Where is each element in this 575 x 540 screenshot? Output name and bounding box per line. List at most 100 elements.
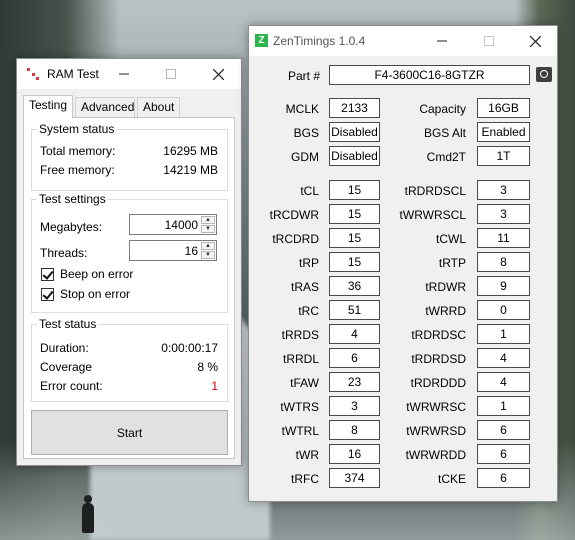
twrwrsc-label: tWRWRSC: [406, 400, 466, 414]
threads-spin-arrows[interactable]: ▲ ▼: [201, 242, 215, 259]
trrds-value: 4: [329, 324, 380, 344]
twr-label: tWR: [295, 448, 319, 462]
mclk-value: 2133: [329, 98, 380, 118]
threads-stepper[interactable]: 16 ▲ ▼: [129, 240, 217, 261]
mclk-label: MCLK: [285, 102, 319, 116]
zentimings-close-button[interactable]: [512, 26, 558, 56]
tfaw-label: tFAW: [290, 376, 319, 390]
twr-value: 16: [329, 444, 380, 464]
twrwrdd-label: tWRWRDD: [405, 448, 466, 462]
wallpaper-hiker-silhouette: [82, 495, 94, 533]
stop-on-error-checkbox[interactable]: Stop on error: [41, 287, 130, 301]
tras-label: tRAS: [290, 280, 319, 294]
error-count-label: Error count:: [40, 379, 103, 393]
twrwrsc-value: 1: [477, 396, 530, 416]
cmd2t-label: Cmd2T: [426, 150, 466, 164]
twrwrsd-label: tWRWRSD: [406, 424, 466, 438]
stop-on-error-label[interactable]: Stop on error: [60, 287, 130, 301]
megabytes-stepper[interactable]: 14000 ▲ ▼: [129, 214, 217, 235]
zentimings-minimize-button[interactable]: [419, 26, 465, 56]
start-button[interactable]: Start: [31, 410, 228, 455]
free-memory-label: Free memory:: [40, 163, 115, 177]
ramtest-window: RAM Test Testing Advanced About System s…: [16, 58, 242, 466]
testing-tab-panel: System status Total memory: 16295 MB Fre…: [23, 117, 235, 459]
tab-about[interactable]: About: [137, 97, 180, 117]
trtp-value: 8: [477, 252, 530, 272]
beep-on-error-label[interactable]: Beep on error: [60, 267, 133, 281]
free-memory-value: 14219 MB: [163, 163, 218, 177]
trcdrd-label: tRCDRD: [272, 232, 319, 246]
spin-up-icon[interactable]: ▲: [201, 242, 215, 250]
coverage-value: 8 %: [197, 360, 218, 374]
tcwl-value: 11: [477, 228, 530, 248]
trc-value: 51: [329, 300, 380, 320]
coverage-label: Coverage: [40, 360, 93, 374]
trrds-label: tRRDS: [281, 328, 319, 342]
maximize-icon: [484, 36, 494, 46]
twtrs-label: tWTRS: [280, 400, 319, 414]
error-count-value: 1: [211, 379, 218, 393]
free-memory-row: Free memory: 14219 MB: [40, 163, 218, 177]
trdrdsd-label: tRDRDSD: [411, 352, 466, 366]
minimize-icon: [437, 40, 447, 42]
tras-value: 36: [329, 276, 380, 296]
tab-advanced[interactable]: Advanced: [75, 97, 135, 117]
ramtest-title: RAM Test: [47, 67, 99, 81]
trcdwr-value: 15: [329, 204, 380, 224]
gdm-label: GDM: [291, 150, 319, 164]
spin-down-icon[interactable]: ▼: [201, 251, 215, 259]
trfc-label: tRFC: [291, 472, 319, 486]
trrdl-value: 6: [329, 348, 380, 368]
part-number-label: Part #: [287, 69, 320, 83]
zentimings-maximize-button[interactable]: [466, 26, 512, 56]
twrrd-label: tWRRD: [425, 304, 466, 318]
capacity-label: Capacity: [419, 102, 466, 116]
test-status-legend: Test status: [37, 317, 99, 331]
trdrdscl-value: 3: [477, 180, 530, 200]
megabytes-spin-arrows[interactable]: ▲ ▼: [201, 216, 215, 233]
close-icon: [212, 68, 224, 80]
minimize-icon: [119, 73, 129, 75]
threads-value: 16: [184, 244, 198, 258]
system-status-group: System status Total memory: 16295 MB Fre…: [31, 122, 228, 191]
maximize-icon: [166, 69, 176, 79]
trdrdsc-label: tRDRDSC: [411, 328, 466, 342]
camera-icon[interactable]: [536, 67, 552, 82]
trdrdsd-value: 4: [477, 348, 530, 368]
trdwr-label: tRDWR: [425, 280, 466, 294]
capacity-value: 16GB: [477, 98, 530, 118]
trrdl-label: tRRDL: [282, 352, 319, 366]
spin-up-icon[interactable]: ▲: [201, 216, 215, 224]
ramtest-minimize-button[interactable]: [101, 59, 147, 89]
tab-testing[interactable]: Testing: [23, 95, 73, 118]
checkbox-checked-icon[interactable]: [41, 287, 54, 301]
twtrs-value: 3: [329, 396, 380, 416]
test-status-group: Test status Duration: 0:00:00:17 Coverag…: [31, 317, 228, 402]
total-memory-row: Total memory: 16295 MB: [40, 144, 218, 158]
ramtest-titlebar[interactable]: RAM Test: [17, 59, 241, 89]
coverage-row: Coverage 8 %: [40, 360, 218, 374]
trtp-label: tRTP: [438, 256, 466, 270]
trcdwr-label: tRCDWR: [269, 208, 319, 222]
tcke-value: 6: [477, 468, 530, 488]
cmd2t-value: 1T: [477, 146, 530, 166]
ramtest-logo-icon: [27, 68, 39, 80]
beep-on-error-checkbox[interactable]: Beep on error: [41, 267, 133, 281]
trp-value: 15: [329, 252, 380, 272]
error-count-row: Error count: 1: [40, 379, 218, 393]
ramtest-maximize-button[interactable]: [148, 59, 194, 89]
zentimings-title: ZenTimings 1.0.4: [273, 34, 366, 48]
bgs alt-label: BGS Alt: [423, 126, 466, 140]
test-settings-legend: Test settings: [37, 192, 108, 206]
zentimings-titlebar[interactable]: Z ZenTimings 1.0.4: [249, 26, 557, 56]
system-status-legend: System status: [37, 122, 117, 136]
twtrl-value: 8: [329, 420, 380, 440]
trfc-value: 374: [329, 468, 380, 488]
ramtest-close-button[interactable]: [195, 59, 241, 89]
bgs-label: BGS: [293, 126, 319, 140]
checkbox-checked-icon[interactable]: [41, 267, 54, 281]
tcl-value: 15: [329, 180, 380, 200]
twtrl-label: tWTRL: [281, 424, 319, 438]
duration-row: Duration: 0:00:00:17: [40, 341, 218, 355]
spin-down-icon[interactable]: ▼: [201, 225, 215, 233]
